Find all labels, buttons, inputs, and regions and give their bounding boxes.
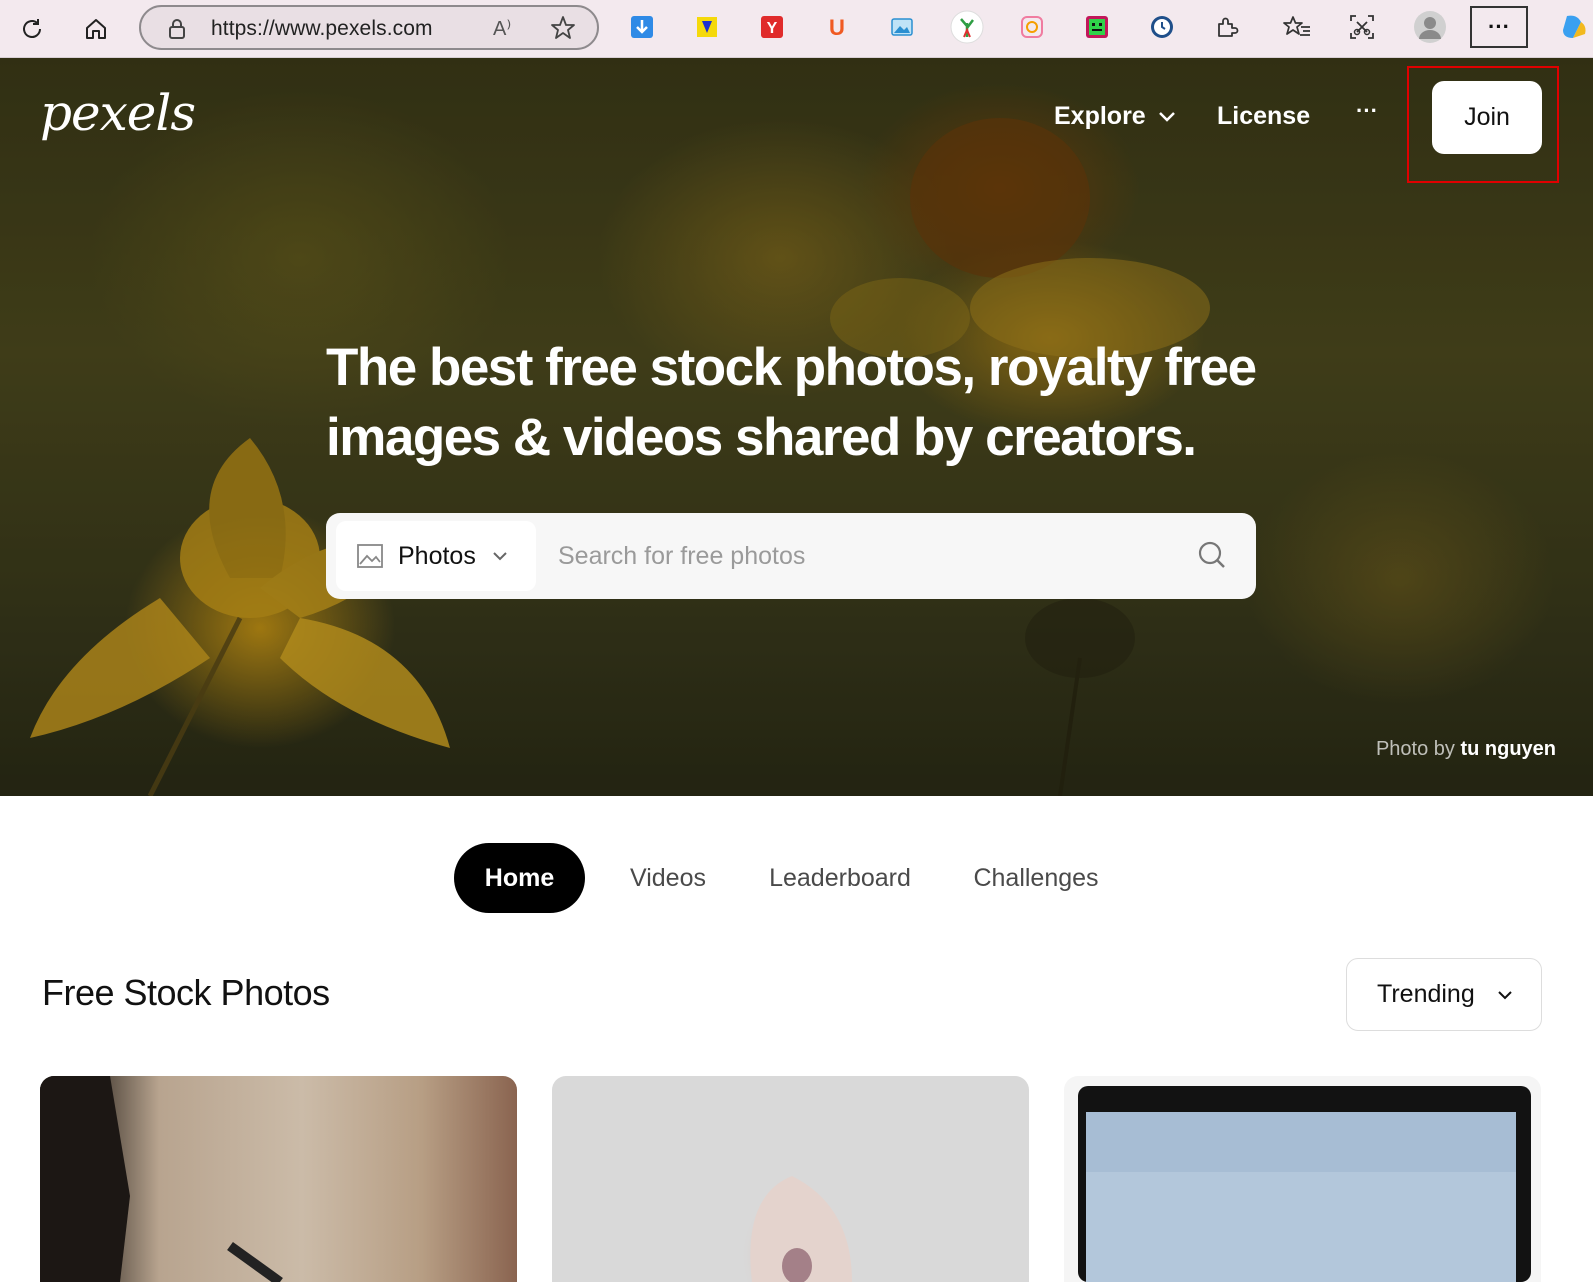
tab-challenges[interactable]: Challenges — [955, 843, 1117, 913]
address-bar[interactable]: https://www.pexels.com A⁾ — [139, 5, 599, 50]
nav-explore-label: Explore — [1054, 102, 1146, 130]
tab-leaderboard[interactable]: Leaderboard — [750, 843, 930, 913]
plant-extension-icon[interactable] — [950, 10, 984, 44]
read-aloud-icon[interactable]: A⁾ — [493, 16, 511, 41]
favorites-icon[interactable] — [1280, 10, 1314, 44]
sort-label: Trending — [1377, 980, 1475, 1008]
photo-card[interactable] — [40, 1076, 517, 1282]
arrow-extension-icon[interactable] — [690, 10, 724, 44]
chevron-down-icon — [1158, 111, 1175, 122]
pexels-logo[interactable]: pexels — [40, 84, 196, 142]
photo-card[interactable] — [1064, 1076, 1541, 1282]
headline-line-1: The best free stock photos, royalty free — [326, 338, 1257, 397]
svg-text:Y: Y — [767, 20, 778, 37]
tab-home[interactable]: Home — [454, 843, 585, 913]
search-input[interactable] — [558, 529, 1178, 583]
highlight-box — [1407, 66, 1559, 183]
chevron-down-icon — [1498, 990, 1512, 999]
search-icon[interactable] — [1196, 539, 1228, 571]
u-extension-icon[interactable]: U — [820, 10, 854, 44]
copilot-icon[interactable] — [1555, 10, 1593, 44]
photo-credit[interactable]: Photo by tu nguyen — [1376, 738, 1556, 761]
browser-toolbar: https://www.pexels.com A⁾ Y U ··· — [0, 0, 1593, 58]
camera-extension-icon[interactable] — [1015, 10, 1049, 44]
favorite-star-icon[interactable] — [549, 14, 577, 47]
photo-content — [1078, 1086, 1531, 1282]
photo-card[interactable] — [552, 1076, 1029, 1282]
browser-menu-button[interactable]: ··· — [1470, 6, 1528, 48]
search-bar: Photos — [326, 513, 1256, 599]
credit-photographer[interactable]: tu nguyen — [1460, 738, 1556, 760]
profile-icon[interactable] — [1413, 10, 1447, 44]
url-text[interactable]: https://www.pexels.com — [211, 17, 433, 41]
clock-extension-icon[interactable] — [1145, 10, 1179, 44]
search-type-dropdown[interactable]: Photos — [336, 521, 536, 591]
hero-banner: pexels Explore License ··· Join The best… — [0, 58, 1593, 796]
download-extension-icon[interactable] — [625, 10, 659, 44]
y-extension-icon[interactable]: Y — [755, 10, 789, 44]
hero-headline: The best free stock photos, royalty free… — [326, 333, 1286, 473]
search-type-label: Photos — [398, 541, 476, 570]
game-extension-icon[interactable] — [1080, 10, 1114, 44]
tab-videos[interactable]: Videos — [610, 843, 726, 913]
extensions-icon[interactable] — [1210, 10, 1244, 44]
nav-explore[interactable]: Explore — [1054, 102, 1176, 131]
refresh-icon[interactable] — [12, 9, 52, 49]
section-title: Free Stock Photos — [42, 972, 330, 1013]
home-icon[interactable] — [76, 9, 116, 49]
image-icon — [357, 544, 383, 568]
image-extension-icon[interactable] — [885, 10, 919, 44]
credit-prefix: Photo by — [1375, 738, 1455, 760]
nav-license[interactable]: License — [1217, 102, 1310, 131]
photo-content — [750, 1176, 852, 1282]
photo-content — [40, 1076, 283, 1282]
lock-icon[interactable] — [167, 18, 187, 45]
chevron-down-icon — [493, 552, 507, 561]
headline-line-2: images & videos shared by creators. — [326, 408, 1197, 467]
nav-more-button[interactable]: ··· — [1356, 98, 1378, 124]
svg-text:U: U — [829, 15, 845, 40]
screenshot-icon[interactable] — [1345, 10, 1379, 44]
sort-dropdown[interactable]: Trending — [1346, 958, 1542, 1031]
